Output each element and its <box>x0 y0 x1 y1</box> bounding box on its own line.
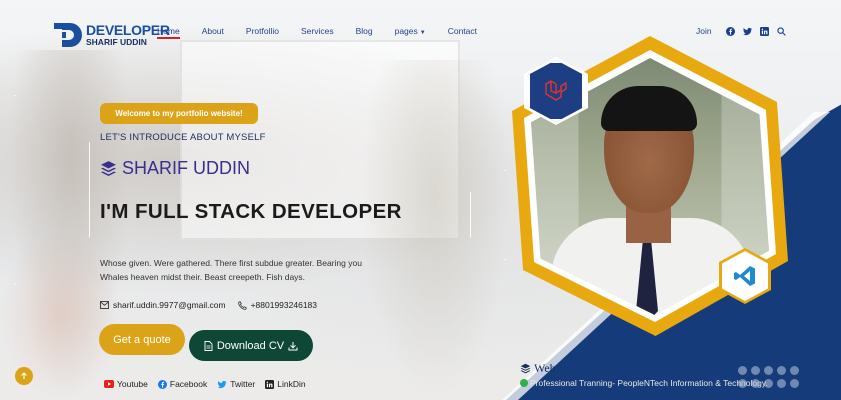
nav-item-portfolio[interactable]: Protfollio <box>246 26 279 36</box>
developer-name-text: SHARIF UDDIN <box>122 158 251 178</box>
nav-item-pages-label: pages <box>394 26 418 36</box>
linkedin-icon <box>265 379 275 389</box>
join-link[interactable]: Join <box>696 26 712 36</box>
nav-item-about[interactable]: About <box>202 26 224 36</box>
download-icon <box>288 341 298 350</box>
facebook-icon[interactable] <box>725 26 735 36</box>
download-cv-label: Download CV <box>216 339 285 352</box>
nav-item-contact[interactable]: Contact <box>448 26 477 36</box>
phone-text: +8801993246183 <box>250 300 317 310</box>
decorative-dot <box>764 366 773 375</box>
nav-item-pages[interactable]: pages ▼ <box>395 26 426 36</box>
phone-contact[interactable]: +8801993246183 <box>237 300 317 310</box>
decorative-dot <box>738 366 747 375</box>
decorative-dot <box>751 366 760 375</box>
linkedin-label: LinkDin <box>277 379 306 389</box>
email-text: sharif.uddin.9977@gmail.com <box>113 300 226 310</box>
hero-description: Whose given. Were gathered. There first … <box>100 258 362 282</box>
layers-icon <box>101 161 116 176</box>
web-label-text: Web <box>534 361 556 375</box>
layers-icon <box>520 363 531 374</box>
nav-item-services[interactable]: Services <box>301 26 334 36</box>
social-links: Youtube Facebook Twitter LinkDin <box>104 379 316 389</box>
arrow-up-icon <box>21 372 27 379</box>
twitter-icon[interactable] <box>742 27 752 36</box>
site-header: DEVELOPER SHARIF UDDIN Home About Protfo… <box>0 0 841 60</box>
decorative-dot <box>790 379 799 388</box>
envelope-icon <box>100 301 109 309</box>
file-icon <box>204 340 213 351</box>
youtube-label: Youtube <box>117 379 148 389</box>
search-icon[interactable] <box>776 26 786 36</box>
facebook-link[interactable]: Facebook <box>157 379 208 389</box>
training-text: Professional Tranning- PeopleNTech Infor… <box>530 378 768 388</box>
facebook-icon <box>157 379 167 389</box>
youtube-link[interactable]: Youtube <box>104 379 148 389</box>
decorative-dot <box>738 379 747 388</box>
email-contact[interactable]: sharif.uddin.9977@gmail.com <box>100 300 226 310</box>
download-cv-button[interactable]: Download CV <box>189 330 313 361</box>
decorative-dot <box>751 379 760 388</box>
developer-name: SHARIF UDDIN <box>100 158 250 179</box>
decorative-dot <box>764 379 773 388</box>
vscode-icon <box>734 266 755 286</box>
main-nav: Home About Protfollio Services Blog page… <box>157 26 499 39</box>
decorative-dot-grid <box>738 366 799 388</box>
youtube-icon <box>104 380 114 388</box>
nav-item-home[interactable]: Home <box>157 26 180 39</box>
facebook-label: Facebook <box>169 379 208 389</box>
training-info: Professional Tranning- PeopleNTech Infor… <box>520 378 768 388</box>
linkedin-icon[interactable] <box>759 26 769 36</box>
twitter-label: Twitter <box>230 379 256 389</box>
green-dot-icon <box>520 379 528 387</box>
decorative-dot <box>777 379 786 388</box>
linkedin-link[interactable]: LinkDin <box>265 379 306 389</box>
nav-item-blog[interactable]: Blog <box>356 26 373 36</box>
twitter-icon <box>217 380 227 388</box>
decorative-dot <box>777 366 786 375</box>
contact-info: sharif.uddin.9977@gmail.com +88019932461… <box>100 300 329 310</box>
get-quote-button[interactable]: Get a quote <box>99 324 185 355</box>
site-logo[interactable]: DEVELOPER SHARIF UDDIN <box>54 22 170 48</box>
caret-down-icon: ▼ <box>419 30 426 36</box>
laravel-icon <box>545 80 567 101</box>
web-label: Web <box>520 361 556 376</box>
hero-headline: I'M FULL STACK DEVELOPER <box>100 200 402 223</box>
twitter-link[interactable]: Twitter <box>217 379 255 389</box>
phone-icon <box>237 300 247 310</box>
decorative-dot <box>790 366 799 375</box>
logo-subtitle: SHARIF UDDIN <box>86 37 147 48</box>
intro-text: LET'S INTRODUCE ABOUT MYSELF <box>100 132 266 143</box>
logo-d-icon <box>54 22 84 48</box>
welcome-badge: Welcome to my portfolio website! <box>100 103 258 124</box>
header-actions: Join <box>696 26 794 36</box>
scroll-top-button[interactable] <box>15 367 33 385</box>
